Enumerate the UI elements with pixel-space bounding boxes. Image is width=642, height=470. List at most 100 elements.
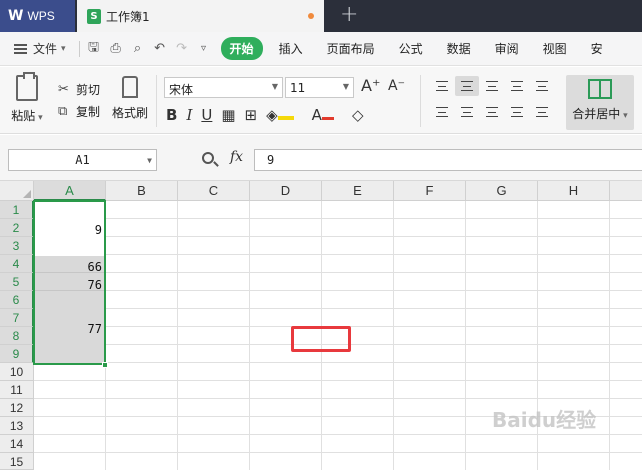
cut-button[interactable]: ✂ 剪切 xyxy=(58,78,100,100)
paintbrush-icon xyxy=(122,76,138,98)
paste-button[interactable]: 粘贴 ▾ xyxy=(10,71,44,124)
formula-input[interactable]: 9 xyxy=(254,149,642,171)
font-name-value: 宋体 xyxy=(169,83,194,97)
merge-center-button[interactable]: 合并居中 ▾ xyxy=(566,75,634,130)
row-header-3[interactable]: 3 xyxy=(0,237,34,255)
increase-font-size-icon[interactable]: A⁺ xyxy=(361,76,380,95)
chevron-down-icon: ▾ xyxy=(620,111,628,121)
column-header-a[interactable]: A xyxy=(34,181,106,201)
tab-home[interactable]: 开始 xyxy=(220,37,263,60)
selection-border xyxy=(33,200,106,365)
grid-line xyxy=(34,434,642,435)
border-icon[interactable]: ▦ xyxy=(221,106,235,124)
column-header-h[interactable]: H xyxy=(538,181,610,201)
align-left-icon[interactable] xyxy=(430,102,454,122)
column-header-partial[interactable] xyxy=(610,181,642,201)
grid-line xyxy=(34,452,642,453)
row-header-6[interactable]: 6 xyxy=(0,291,34,309)
document-tab[interactable]: S 工作簿1 xyxy=(77,0,324,32)
grid-line xyxy=(249,201,250,470)
font-name-select[interactable]: 宋体 ▼ xyxy=(164,77,283,98)
chevron-down-icon: ▾ xyxy=(35,113,43,123)
font-size-select[interactable]: 11 ▼ xyxy=(285,77,354,98)
save-icon[interactable]: 🖫 xyxy=(83,38,105,60)
print-icon[interactable]: ⎙ xyxy=(105,41,127,56)
format-painter-button[interactable]: 格式刷 xyxy=(110,76,150,121)
row-header-11[interactable]: 11 xyxy=(0,381,34,399)
tab-review[interactable]: 审阅 xyxy=(483,40,531,57)
function-icon[interactable]: fx xyxy=(230,149,243,165)
tab-data[interactable]: 数据 xyxy=(435,40,483,57)
grid-line xyxy=(34,218,642,219)
align-center-icon[interactable] xyxy=(455,102,479,122)
row-header-14[interactable]: 14 xyxy=(0,435,34,453)
grid-line xyxy=(393,201,394,470)
fill-color-icon[interactable]: ◈ xyxy=(266,106,303,124)
unsaved-dot-icon xyxy=(308,13,314,19)
wps-home-tab[interactable]: W WPS xyxy=(0,0,75,32)
row-header-8[interactable]: 8 xyxy=(0,327,34,345)
row-header-15[interactable]: 15 xyxy=(0,453,34,470)
watermark: Baidu经验 xyxy=(492,408,597,432)
tab-insert[interactable]: 插入 xyxy=(267,40,315,57)
row-header-13[interactable]: 13 xyxy=(0,417,34,435)
menu-row: 文件 ▾ 🖫 ⎙ ⌕ ↶ ↷ ▿ 开始 插入 页面布局 公式 数据 审阅 视图 … xyxy=(0,32,642,66)
row-header-9[interactable]: 9 xyxy=(0,345,34,363)
column-header-b[interactable]: B xyxy=(106,181,178,201)
underline-icon[interactable]: U xyxy=(201,106,212,124)
quick-access-toolbar: 🖫 ⎙ ⌕ ↶ ↷ ▿ xyxy=(76,38,215,60)
align-top-icon[interactable] xyxy=(430,76,454,96)
new-tab-plus-icon[interactable]: + xyxy=(340,2,358,28)
title-bar: W WPS S 工作簿1 + xyxy=(0,0,642,32)
customize-toolbar-icon[interactable]: ▿ xyxy=(193,43,215,54)
fill-handle[interactable] xyxy=(102,362,108,368)
merge-cells-icon xyxy=(588,79,612,99)
column-header-g[interactable]: G xyxy=(466,181,538,201)
column-header-e[interactable]: E xyxy=(322,181,394,201)
tab-formulas[interactable]: 公式 xyxy=(387,40,435,57)
italic-icon[interactable]: I xyxy=(186,106,192,124)
indent-increase-icon[interactable] xyxy=(530,76,554,96)
column-header-c[interactable]: C xyxy=(178,181,250,201)
indent-decrease-icon[interactable] xyxy=(505,76,529,96)
bold-icon[interactable]: B xyxy=(166,106,177,124)
print-preview-icon[interactable]: ⌕ xyxy=(127,41,149,56)
grid-line xyxy=(177,201,178,470)
copy-icon: ⧉ xyxy=(58,103,68,119)
font-color-swatch xyxy=(321,117,334,120)
tab-view[interactable]: 视图 xyxy=(531,40,579,57)
grid-line xyxy=(34,380,642,381)
row-header-2[interactable]: 2 xyxy=(0,219,34,237)
copy-button[interactable]: ⧉ 复制 xyxy=(58,100,100,122)
align-right-icon[interactable] xyxy=(480,102,504,122)
cut-label: 剪切 xyxy=(76,82,101,97)
cell-reference: A1 xyxy=(75,153,90,167)
row-header-5[interactable]: 5 xyxy=(0,273,34,291)
align-middle-icon[interactable] xyxy=(455,76,479,96)
align-bottom-icon[interactable] xyxy=(480,76,504,96)
row-header-12[interactable]: 12 xyxy=(0,399,34,417)
file-menu-button[interactable]: 文件 ▾ xyxy=(0,40,66,57)
column-header-f[interactable]: F xyxy=(394,181,466,201)
redo-icon[interactable]: ↷ xyxy=(171,41,193,56)
row-header-1[interactable]: 1 xyxy=(0,201,34,219)
row-header-7[interactable]: 7 xyxy=(0,309,34,327)
column-header-d[interactable]: D xyxy=(250,181,322,201)
highlight-box xyxy=(291,326,351,352)
decrease-font-size-icon[interactable]: A⁻ xyxy=(388,78,405,94)
row-header-10[interactable]: 10 xyxy=(0,363,34,381)
tab-page-layout[interactable]: 页面布局 xyxy=(315,40,387,57)
spreadsheet-icon: S xyxy=(87,8,101,24)
tab-security[interactable]: 安 xyxy=(579,40,615,57)
font-color-icon[interactable]: A xyxy=(312,106,343,124)
row-header-4[interactable]: 4 xyxy=(0,255,34,273)
name-box[interactable]: A1 ▼ xyxy=(8,149,157,171)
eraser-icon[interactable]: ◇ xyxy=(352,106,364,124)
justify-icon[interactable] xyxy=(505,102,529,122)
copy-label: 复制 xyxy=(76,104,101,119)
undo-icon[interactable]: ↶ xyxy=(149,41,171,56)
cell-style-icon[interactable]: ⊞ xyxy=(245,106,258,124)
distributed-icon[interactable] xyxy=(530,102,554,122)
zoom-search-icon[interactable] xyxy=(202,152,214,164)
select-all-corner[interactable] xyxy=(0,181,34,201)
